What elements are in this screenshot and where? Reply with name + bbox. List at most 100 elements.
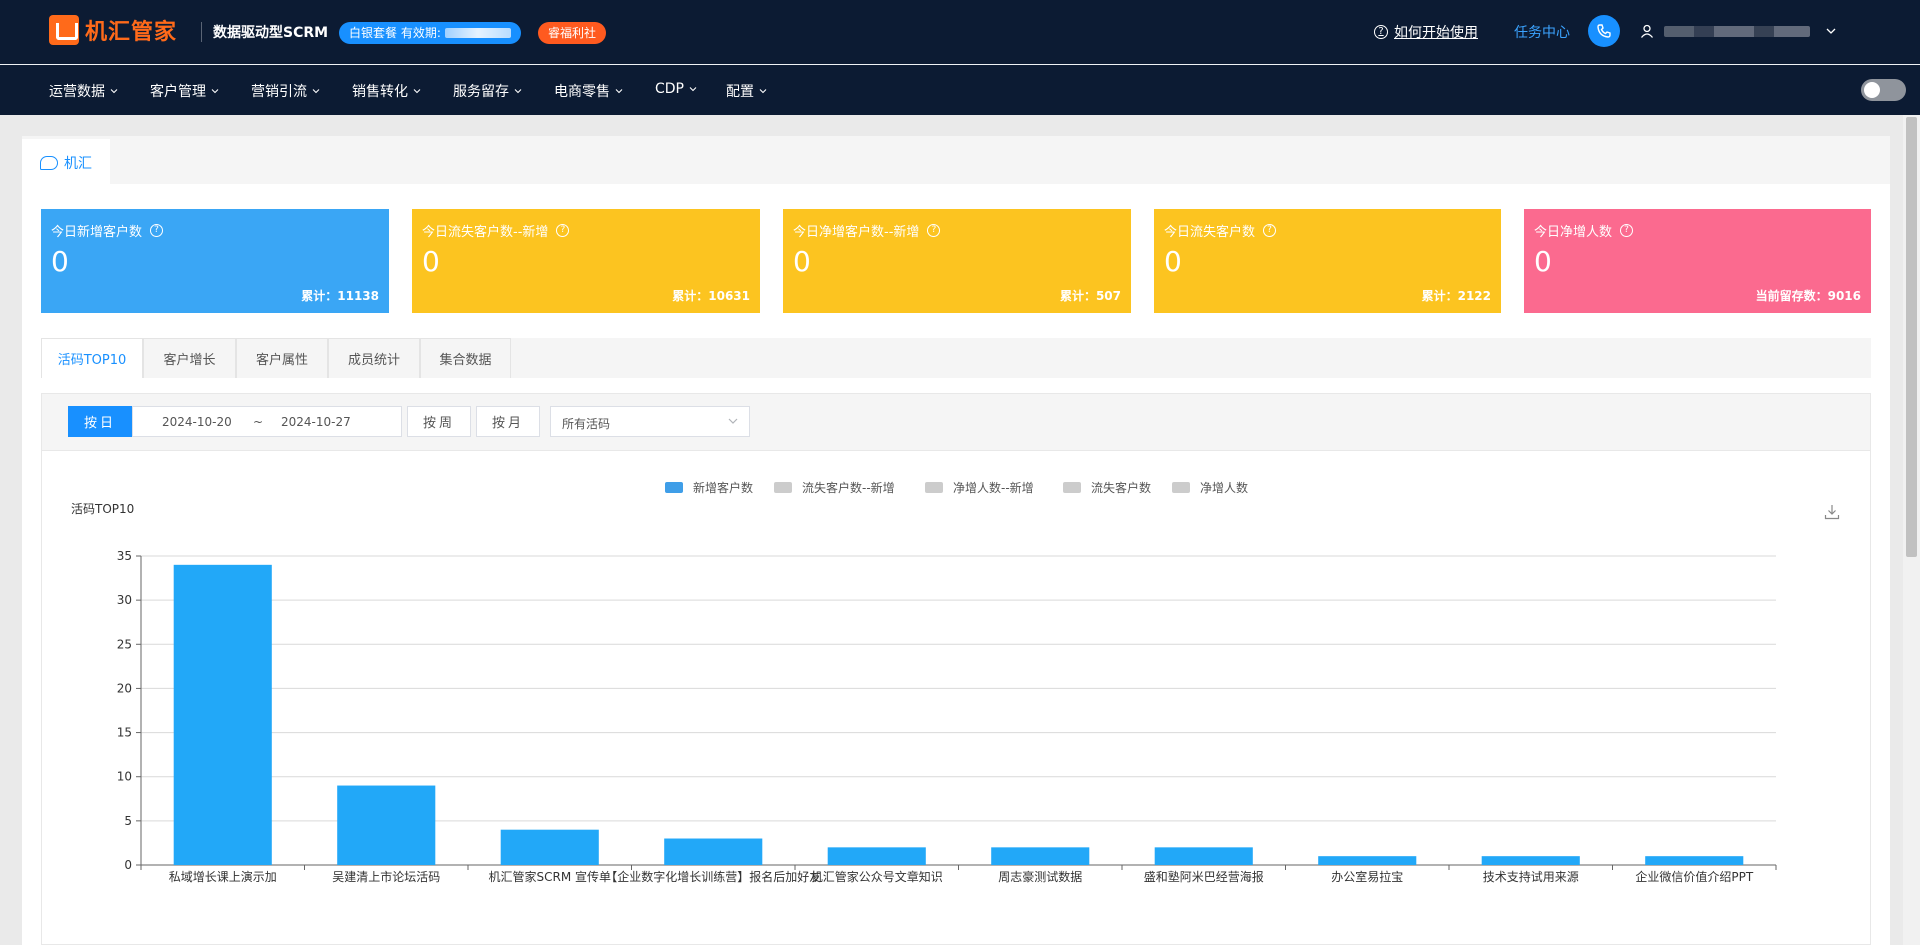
task-center-link[interactable]: 任务中心 [1514,22,1570,42]
legend-swatch [1172,482,1190,493]
by-day-button[interactable]: 按日 [68,406,132,437]
legend-item-net-new[interactable]: 净增人数--新增 [925,479,1034,496]
brand-name: 机汇管家 [85,20,178,45]
stat-value: 0 [1534,245,1552,278]
tab-member-stats[interactable]: 成员统计 [328,338,420,378]
nav-label: CDP [655,81,684,97]
y-tick-label: 10 [117,770,132,784]
nav-item-operations[interactable]: 运营数据 [49,81,118,101]
stat-card-lost: 今日流失客户数? 0 累计：2122 [1154,209,1501,313]
tab-customer-growth[interactable]: 客户增长 [143,338,236,378]
stat-total: 累计：2122 [1421,289,1491,303]
bar [827,847,926,865]
y-tick-label: 25 [117,637,132,651]
nav-item-marketing[interactable]: 营销引流 [251,81,320,101]
y-tick-label: 35 [117,549,132,563]
phone-button[interactable] [1588,15,1620,47]
stat-value: 0 [51,245,69,278]
end-date: 2024-10-27 [281,415,351,429]
nav-item-sales[interactable]: 销售转化 [352,81,421,101]
help-link[interactable]: ? 如何开始使用 [1374,22,1478,42]
start-date: 2024-10-20 [162,415,232,429]
y-tick-label: 30 [117,593,132,607]
x-tick-label: 技术支持试用来源 [1483,869,1579,884]
tab-code-top10[interactable]: 活码TOP10 [41,338,143,378]
bar [173,564,272,865]
stat-value: 0 [422,245,440,278]
user-name-redacted[interactable] [1664,26,1810,37]
phone-icon [1597,24,1611,38]
legend-label: 流失客户数 [1091,481,1152,495]
nav-item-cdp[interactable]: CDP [655,81,697,97]
legend-swatch [925,482,943,493]
by-month-button[interactable]: 按月 [476,406,540,437]
stat-total: 当前留存数：9016 [1755,289,1861,303]
legend-swatch [774,482,792,493]
nav-label: 营销引流 [251,84,307,100]
bar [991,847,1090,865]
question-icon[interactable]: ? [1620,224,1634,237]
brand-logo[interactable]: 机汇管家 [49,14,177,46]
page-tab-jihui[interactable]: 机汇 [22,139,110,184]
x-tick-label: 私域增长课上演示加 [169,869,277,884]
stat-total: 累计：11138 [301,289,379,303]
bar [1645,856,1744,865]
bar [664,838,763,865]
nav-item-retention[interactable]: 服务留存 [453,81,522,101]
bar [337,785,436,865]
nav-item-customers[interactable]: 客户管理 [150,81,219,101]
question-icon[interactable]: ? [556,224,570,237]
stat-card-net-people: 今日净增人数? 0 当前留存数：9016 [1524,209,1871,313]
legend-item-new[interactable]: 新增客户数 [665,479,753,496]
chevron-down-icon [689,87,697,92]
y-tick-label: 5 [124,814,132,828]
question-icon[interactable]: ? [927,224,941,237]
legend-item-lost[interactable]: 流失客户数 [1063,479,1151,496]
legend-label: 净增人数--新增 [953,481,1034,495]
welfare-badge[interactable]: 睿福利社 [538,22,607,44]
nav-label: 电商零售 [554,84,610,100]
question-icon[interactable]: ? [150,224,164,237]
page-tab-strip [22,136,1890,184]
nav-label: 运营数据 [49,84,105,100]
code-select[interactable]: 所有活码 [550,406,750,437]
chevron-down-icon [413,89,421,94]
x-tick-label: 机汇管家公众号文章知识 [811,869,943,884]
by-week-button[interactable]: 按周 [407,406,471,437]
nav-item-settings[interactable]: 配置 [726,81,767,101]
download-icon[interactable] [1824,504,1840,520]
nav-item-ecommerce[interactable]: 电商零售 [554,81,623,101]
chevron-down-icon[interactable] [1826,26,1836,36]
stat-total: 累计：507 [1059,289,1121,303]
main-nav: 运营数据 客户管理 营销引流 销售转化 服务留存 电商零售 CDP 配置 [0,65,1920,115]
tab-aggregate-data[interactable]: 集合数据 [420,338,511,378]
legend-item-lost-new[interactable]: 流失客户数--新增 [774,479,895,496]
date-range-picker[interactable]: 2024-10-20 ~ 2024-10-27 [132,406,402,437]
stat-label: 今日流失客户数--新增 [422,225,549,240]
legend-item-net[interactable]: 净增人数 [1172,479,1248,496]
question-icon: ? [1374,25,1388,39]
y-tick-label: 15 [117,726,132,740]
chart-title: 活码TOP10 [71,502,135,516]
user-icon [1640,24,1654,38]
nav-label: 配置 [726,84,754,100]
plan-expiry-redacted [444,28,511,38]
legend-swatch [1063,482,1081,493]
x-tick-label: 周志豪测试数据 [998,869,1082,884]
theme-toggle[interactable] [1861,79,1906,101]
bar-chart: 0 5 10 15 20 25 30 35 私域增长课上演示加 吴建清上市论坛活码 机汇管家SCRM… [117,549,1777,884]
x-tick-label: 企业微信价值介绍PPT [1635,869,1753,884]
chat-icon [40,155,58,170]
bar [1481,856,1580,865]
header-divider [201,22,202,42]
stat-value: 0 [793,245,811,278]
chevron-down-icon [759,89,767,94]
x-tick-label: 机汇管家SCRM 宣传单 [488,869,611,884]
legend-label: 流失客户数--新增 [802,481,895,495]
plan-badge[interactable]: 白银套餐 有效期: [339,22,521,44]
tab-customer-attributes[interactable]: 客户属性 [236,338,328,378]
plan-label: 白银套餐 有效期: [349,26,441,40]
nav-label: 销售转化 [352,84,408,100]
question-icon[interactable]: ? [1263,224,1277,237]
chart-legend: 新增客户数 流失客户数--新增 净增人数--新增 流失客户数 净增人数 [0,479,1920,495]
